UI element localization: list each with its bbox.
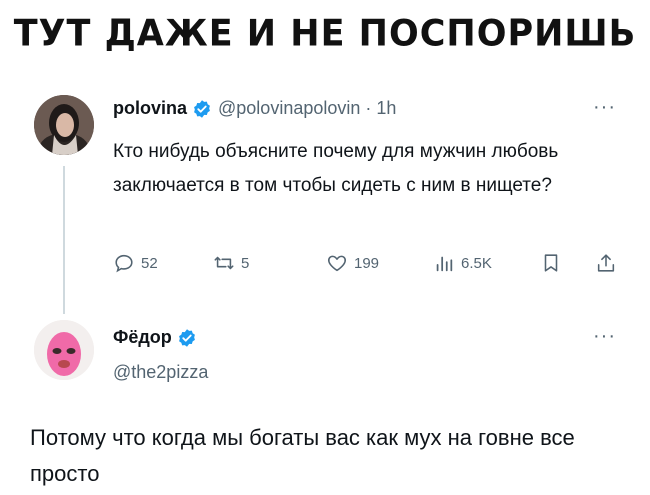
tweet-header: polovina @polovinapolovin · 1h — [113, 98, 396, 119]
like-count: 199 — [354, 254, 380, 272]
retweet-count: 5 — [241, 254, 250, 272]
tweet-actions: 52 5 199 6.5K — [113, 252, 623, 282]
more-options-icon[interactable]: ··· — [593, 96, 616, 119]
heart-icon — [327, 255, 347, 272]
meme-caption: ТУТ ДАЖЕ И НЕ ПОСПОРИШЬ — [13, 13, 637, 55]
reply-icon — [115, 254, 133, 273]
author-handle[interactable]: @the2pizza — [113, 362, 208, 383]
tweet-text: Кто нибудь объясните почему для мужчин л… — [113, 141, 559, 196]
views-count: 6.5K — [461, 254, 492, 272]
share-button[interactable] — [595, 252, 623, 274]
thread-line — [63, 166, 65, 314]
avatar[interactable] — [34, 320, 94, 380]
retweet-button[interactable]: 5 — [213, 252, 249, 274]
views-chart-icon — [436, 256, 453, 272]
avatar-pink-balaclava — [34, 320, 94, 380]
author-name[interactable]: Фёдор — [113, 327, 172, 348]
like-button[interactable]: 199 — [326, 252, 379, 274]
reply-header: Фёдор — [113, 327, 203, 348]
bookmark-icon — [544, 254, 558, 272]
author-handle[interactable]: @polovinapolovin · 1h — [218, 98, 396, 119]
retweet-icon — [214, 256, 234, 270]
verified-badge-icon — [178, 328, 195, 347]
verified-badge-icon — [194, 99, 210, 118]
share-icon — [597, 254, 615, 272]
avatar[interactable] — [34, 95, 94, 155]
author-name[interactable]: polovina — [113, 98, 187, 119]
reply-text: Потому что когда мы богаты вас как мух н… — [30, 425, 575, 486]
reply-count: 52 — [141, 254, 158, 272]
views-button[interactable]: 6.5K — [433, 252, 492, 274]
bookmark-button[interactable] — [540, 252, 568, 274]
avatar-photo-woman — [34, 95, 94, 155]
more-options-icon[interactable]: ··· — [593, 325, 616, 348]
reply-button[interactable]: 52 — [113, 252, 158, 274]
